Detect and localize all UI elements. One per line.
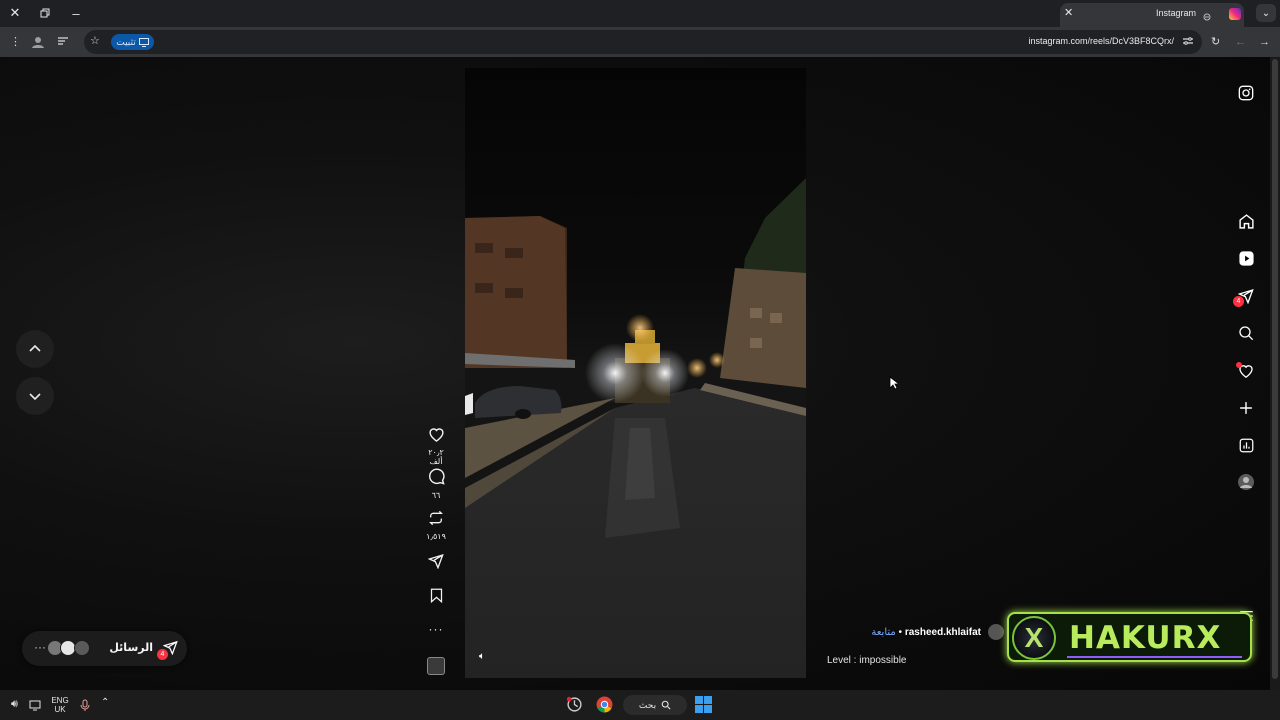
follow-button[interactable]: متابعة: [871, 627, 895, 638]
plus-icon[interactable]: [1236, 398, 1256, 418]
save-action[interactable]: [421, 588, 451, 608]
avatar: [74, 640, 90, 656]
input-language[interactable]: ENG UK: [48, 696, 72, 714]
microphone-icon[interactable]: [80, 698, 90, 716]
mouse-cursor-icon: [889, 376, 898, 390]
install-icon: [138, 37, 149, 47]
audio-cover-icon[interactable]: [427, 657, 445, 675]
scrollbar-thumb[interactable]: [1272, 59, 1278, 679]
comment-icon[interactable]: [428, 468, 445, 485]
messages-badge: 4: [1233, 296, 1244, 307]
site-settings-icon[interactable]: [1182, 35, 1194, 51]
home-icon[interactable]: [1236, 211, 1256, 231]
back-icon[interactable]: ←: [1235, 35, 1246, 49]
network-icon[interactable]: [29, 698, 41, 716]
page-scrollbar[interactable]: [1270, 57, 1280, 690]
window-restore-icon[interactable]: [35, 4, 55, 22]
messages-label: الرسائل: [109, 642, 153, 654]
browser-menu-icon[interactable]: ⋮: [10, 35, 21, 49]
instagram-icon[interactable]: [1236, 83, 1256, 103]
reposts-count: ١٫٥١٩: [426, 532, 446, 541]
messages-more-icon: ···: [34, 640, 46, 654]
like-action[interactable]: ٢٠٫٢ ألف: [421, 426, 451, 466]
url-text[interactable]: instagram.com/reels/DcV3BF8CQrx/: [1028, 36, 1174, 46]
windows-taskbar: 🔊︎ ENG UK ⌃ بحث: [0, 690, 1280, 720]
tab-close-icon[interactable]: ✕: [1064, 6, 1073, 19]
bookmark-star-icon[interactable]: ☆: [90, 34, 100, 48]
bookmark-icon[interactable]: [430, 588, 443, 604]
window-minimize-icon[interactable]: –: [66, 4, 86, 22]
messages-pill-badge: 4: [157, 649, 168, 660]
hakurx-watermark: X HAKURX: [1007, 612, 1252, 662]
tab-audio-icon: [1202, 9, 1212, 21]
messages-nav[interactable]: 4: [1233, 286, 1256, 307]
repost-icon[interactable]: [428, 510, 444, 526]
reel-author-line: متابعة • rasheed.khlaifat: [871, 627, 981, 638]
window-close-icon[interactable]: ✕: [5, 4, 25, 22]
search-icon: [661, 700, 671, 710]
reload-icon[interactable]: ↻: [1211, 35, 1220, 49]
paper-plane-icon[interactable]: [427, 553, 444, 570]
reading-list-icon[interactable]: [57, 35, 69, 51]
tab-instagram[interactable]: ✕ Instagram: [1060, 3, 1244, 27]
address-bar[interactable]: ☆ تثبيت instagram.com/reels/DcV3BF8CQrx/: [84, 30, 1202, 54]
night-road-scene: [465, 68, 806, 678]
reels-icon[interactable]: [1236, 248, 1256, 268]
instagram-favicon-icon: [1229, 8, 1241, 20]
hakurx-underline: [1067, 656, 1242, 658]
likes-count: ٢٠٫٢ ألف: [428, 448, 444, 466]
author-separator: •: [898, 627, 903, 638]
heart-icon[interactable]: [1236, 360, 1256, 380]
install-app-button[interactable]: تثبيت: [111, 34, 154, 50]
heart-icon[interactable]: [428, 426, 445, 442]
mute-toggle-icon[interactable]: 🔈︎: [479, 651, 485, 662]
previous-reel-button[interactable]: [16, 330, 54, 368]
share-action[interactable]: [421, 553, 451, 574]
chrome-taskbar-icon[interactable]: [596, 696, 613, 718]
profile-avatar[interactable]: [1236, 472, 1256, 492]
reel-caption: Level : impossible: [827, 655, 907, 666]
hakurx-logo-icon: X: [1012, 616, 1056, 660]
windows-start-icon[interactable]: [695, 696, 712, 718]
tab-search-chevron-icon[interactable]: ⌄: [1256, 4, 1276, 22]
reels-page: 🔈︎ ٢٠٫٢ ألف ٦٦ ١٫٥١٩ ··· متابعة • rashee…: [0, 57, 1280, 690]
next-reel-button[interactable]: [16, 377, 54, 415]
messages-pill[interactable]: ··· الرسائل 4: [22, 631, 187, 666]
author-avatar[interactable]: [988, 624, 1004, 640]
insights-icon[interactable]: [1236, 435, 1256, 455]
reel-video[interactable]: 🔈︎: [465, 68, 806, 678]
tab-title: Instagram: [1155, 8, 1196, 18]
author-username[interactable]: rasheed.khlaifat: [905, 627, 981, 638]
search-icon[interactable]: [1236, 323, 1256, 343]
notification-dot: [1236, 362, 1242, 368]
browser-toolbar: ⋮ ☆ تثبيت instagram.com/reels/DcV3BF8CQr…: [0, 27, 1280, 57]
audio-thumbnail[interactable]: [421, 657, 451, 675]
browser-titlebar: ✕ – + ✕ Instagram ⌄: [0, 0, 1280, 27]
hakurx-text: HAKURX: [1069, 620, 1222, 656]
chevron-up-icon[interactable]: ⌃: [101, 697, 109, 708]
repost-action[interactable]: ١٫٥١٩: [421, 510, 451, 541]
taskbar-search[interactable]: بحث: [623, 695, 687, 715]
profile-avatar-icon[interactable]: [31, 35, 45, 53]
clock-app-icon[interactable]: [566, 696, 583, 718]
forward-icon[interactable]: →: [1259, 35, 1270, 49]
comments-count: ٦٦: [431, 491, 441, 500]
more-options-icon[interactable]: ···: [421, 622, 451, 636]
comment-action[interactable]: ٦٦: [421, 468, 451, 500]
speaker-icon[interactable]: 🔊︎: [11, 698, 18, 711]
